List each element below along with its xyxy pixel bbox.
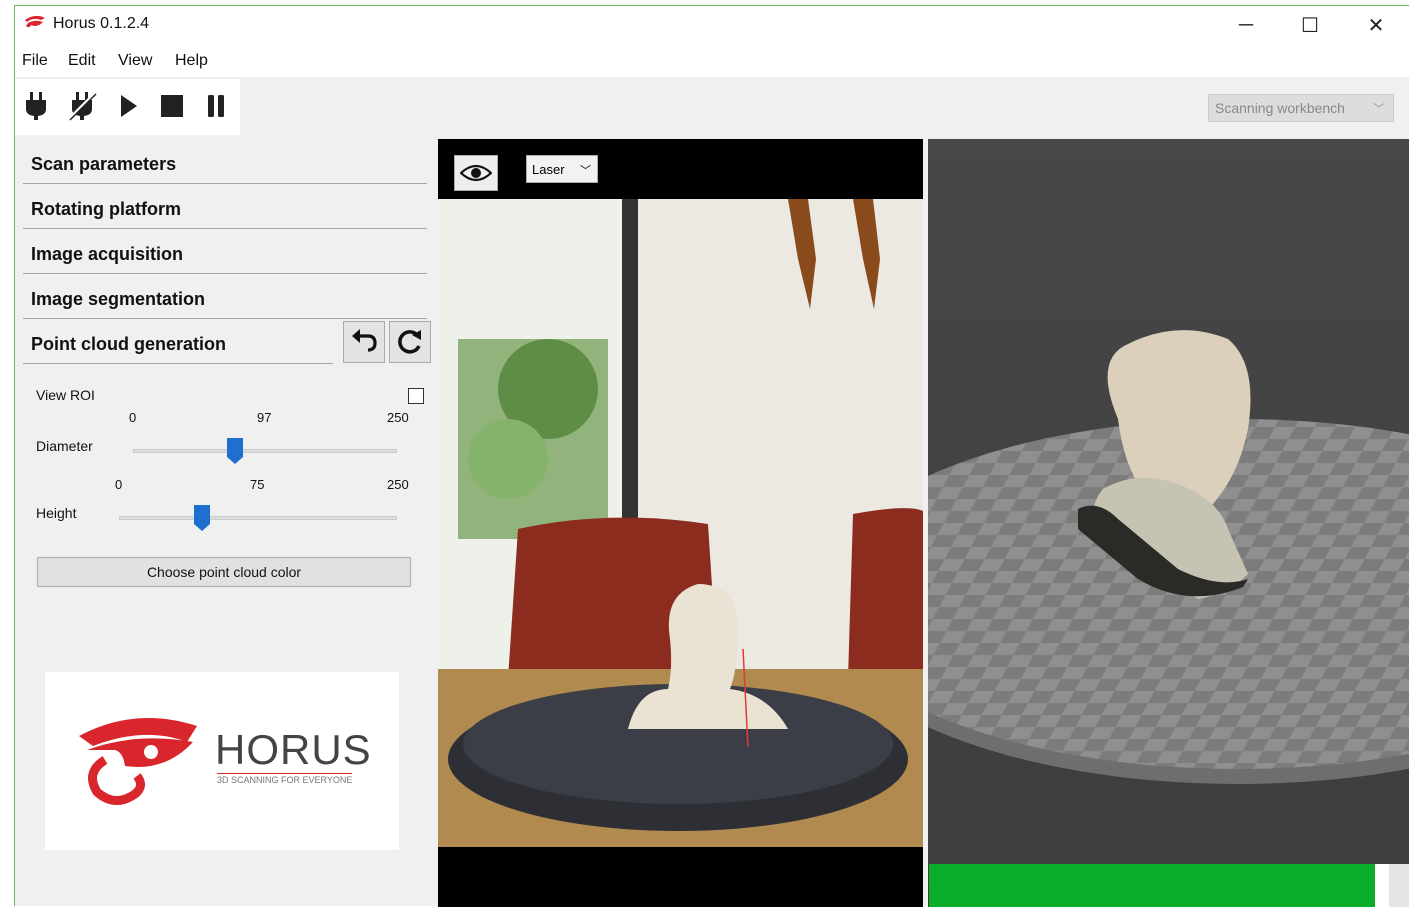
connect-icon[interactable] <box>19 89 53 123</box>
logo-tagline: 3D SCANNING FOR EVERYONE <box>217 773 353 785</box>
height-max: 250 <box>387 477 409 492</box>
horus-logo: HORUS 3D SCANNING FOR EVERYONE <box>45 672 399 850</box>
height-value: 75 <box>250 477 265 492</box>
undo-button[interactable] <box>343 321 385 363</box>
window-title: Horus 0.1.2.4 <box>53 15 150 32</box>
menu-view[interactable]: View <box>118 52 152 70</box>
height-slider-track[interactable] <box>119 516 397 520</box>
menu-bar: File Edit View Help <box>15 44 1409 77</box>
chevron-down-icon: ﹀ <box>580 165 591 177</box>
diameter-label: Diameter <box>36 438 93 454</box>
section-scan-parameters[interactable]: Scan parameters <box>23 144 427 184</box>
scan-progress-bar <box>929 864 1389 907</box>
logo-wordmark: HORUS <box>215 726 372 773</box>
camera-image <box>438 199 923 847</box>
eye-icon <box>460 164 492 182</box>
undo-icon <box>352 329 377 352</box>
section-point-cloud-generation[interactable]: Point cloud generation <box>23 324 333 364</box>
point-cloud-render <box>928 139 1409 907</box>
close-button[interactable]: ✕ <box>1343 6 1409 44</box>
height-min: 0 <box>115 477 123 492</box>
diameter-slider-thumb[interactable] <box>227 438 244 464</box>
refresh-icon <box>398 330 421 354</box>
workbench-select-value: Scanning workbench <box>1215 100 1345 116</box>
diameter-min: 0 <box>129 410 137 425</box>
menu-edit[interactable]: Edit <box>68 52 96 70</box>
scan-progress-fill <box>929 864 1376 907</box>
chevron-down-icon: ﹀ <box>1372 102 1385 116</box>
disconnect-icon[interactable] <box>65 89 99 123</box>
height-slider-thumb[interactable] <box>194 505 211 531</box>
horus-eye-logo-icon <box>79 718 197 805</box>
toggle-view-button[interactable] <box>454 155 498 191</box>
app-window: Horus 0.1.2.4 ─ ☐ ✕ File Edit View Help … <box>14 5 1409 907</box>
minimize-button[interactable]: ─ <box>1213 6 1279 44</box>
camera-view: Laser ﹀ <box>438 139 923 907</box>
section-rotating-platform[interactable]: Rotating platform <box>23 189 427 229</box>
pause-icon[interactable] <box>199 89 233 123</box>
horus-eye-icon <box>25 15 45 28</box>
diameter-slider-track[interactable] <box>133 449 397 453</box>
choose-point-cloud-color-button[interactable]: Choose point cloud color <box>37 557 411 587</box>
point-cloud-3d-view <box>928 139 1409 907</box>
section-image-acquisition[interactable]: Image acquisition <box>23 234 427 274</box>
section-image-segmentation[interactable]: Image segmentation <box>23 279 427 319</box>
redo-button[interactable] <box>389 321 431 363</box>
play-icon[interactable] <box>111 89 145 123</box>
progress-bar-end <box>1389 864 1409 907</box>
workbench-select[interactable]: Scanning workbench ﹀ <box>1208 94 1394 122</box>
maximize-button[interactable]: ☐ <box>1277 6 1343 44</box>
height-label: Height <box>36 505 77 521</box>
title-bar: Horus 0.1.2.4 ─ ☐ ✕ <box>15 6 1409 44</box>
view-roi-checkbox[interactable] <box>408 388 424 404</box>
menu-file[interactable]: File <box>22 52 48 70</box>
diameter-max: 250 <box>387 410 409 425</box>
video-mode-select[interactable]: Laser ﹀ <box>526 155 598 183</box>
toolbar <box>15 79 240 135</box>
video-mode-value: Laser <box>532 162 565 177</box>
menu-help[interactable]: Help <box>175 52 208 70</box>
diameter-value: 97 <box>257 410 272 425</box>
view-roi-label: View ROI <box>36 387 95 403</box>
stop-icon[interactable] <box>155 89 189 123</box>
